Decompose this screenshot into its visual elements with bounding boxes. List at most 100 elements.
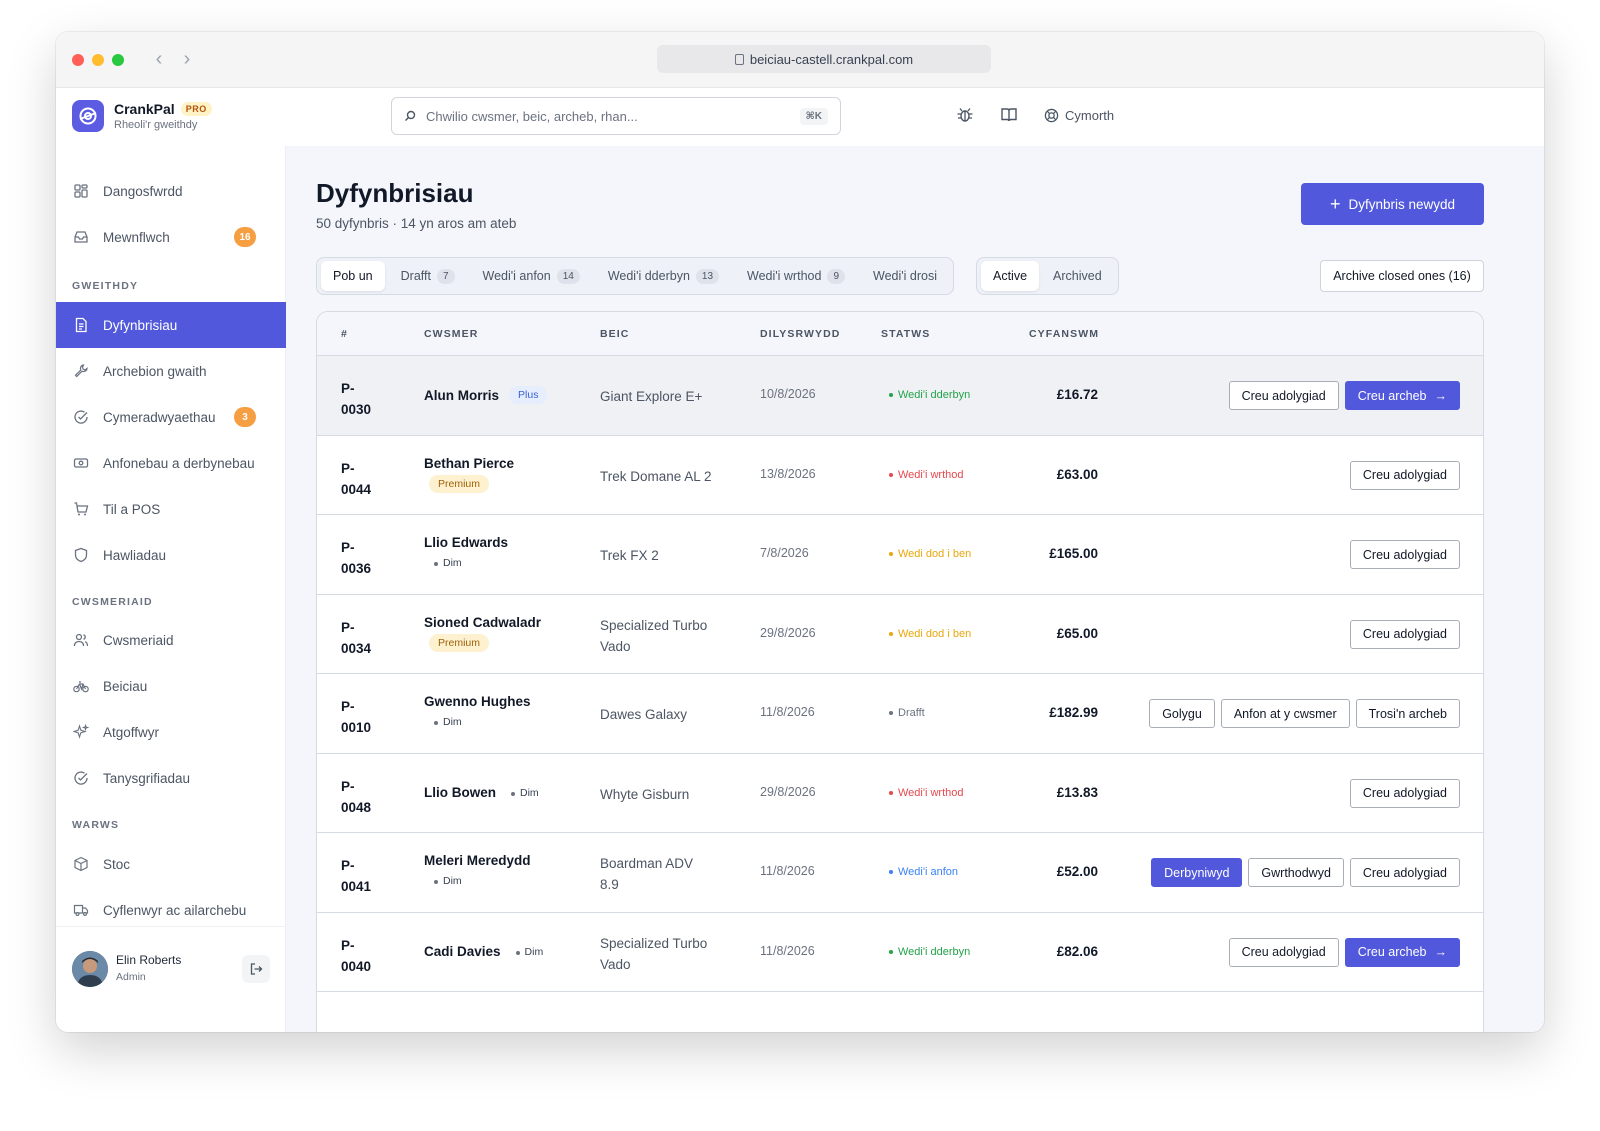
column-header-validity[interactable]: DILYSRWYDD — [760, 328, 840, 340]
address-bar[interactable]: beiciau-castell.crankpal.com — [657, 45, 991, 73]
table-row[interactable]: P- 0041 Meleri Meredydd Dim Boardman ADV 8.9 1… — [317, 833, 1483, 913]
archive-closed-button[interactable]: Archive closed ones (16) — [1320, 260, 1484, 292]
avatar[interactable] — [72, 951, 108, 987]
logout-button[interactable] — [242, 955, 270, 983]
tab-1[interactable]: Drafft 7 — [389, 261, 467, 291]
tab-label: Wedi'i wrthod — [747, 269, 822, 283]
forward-arrow-icon[interactable]: › — [178, 48, 196, 70]
action-label: Creu adolygiad — [1241, 388, 1326, 403]
approvals-count-badge: 3 — [234, 407, 256, 427]
customer-name[interactable]: Cadi Davies — [424, 944, 501, 959]
table-row[interactable]: P- 0036 Llio Edwards Dim Trek FX 2 7/8/2026 We… — [317, 515, 1483, 595]
box-icon — [74, 856, 88, 872]
back-arrow-icon[interactable]: ‹ — [150, 48, 168, 70]
sidebar-section-title: CWSMERIAID — [72, 596, 153, 608]
new-quote-button[interactable]: + Dyfynbris newydd — [1301, 183, 1484, 225]
quote-id[interactable]: P- 0048 — [341, 776, 381, 818]
action-button[interactable]: Creu archeb → — [1344, 937, 1460, 967]
action-button[interactable]: Creu adolygiad — [1349, 858, 1460, 887]
action-button[interactable]: Creu adolygiad — [1228, 937, 1339, 967]
sidebar-item-quotes[interactable]: Dyfynbrisiau — [56, 302, 286, 348]
action-button[interactable]: Anfon at y cwsmer — [1220, 699, 1350, 728]
sidebar-item-stock[interactable]: Stoc — [56, 841, 286, 887]
action-button[interactable]: Creu adolygiad — [1349, 619, 1460, 649]
table-row[interactable]: P- 0010 Gwenno Hughes Dim Dawes Galaxy 11/8/2… — [317, 674, 1483, 754]
search-input[interactable]: Chwilio cwsmer, beic, archeb, rhan... — [426, 109, 790, 124]
bug-icon[interactable] — [956, 106, 974, 124]
tab-5[interactable]: Wedi'i drosi — [861, 261, 949, 291]
customer-cell: Bethan Pierce Premium — [424, 456, 514, 493]
column-header-id[interactable]: # — [341, 328, 348, 340]
table-row[interactable]: P- 0034 Sioned Cadwaladr Premium Specialized… — [317, 595, 1483, 674]
sidebar-item-subscriptions[interactable]: Tanysgrifiadau — [56, 755, 286, 801]
customer-name[interactable]: Llio Edwards — [424, 535, 508, 550]
table-row[interactable]: P- 0044 Bethan Pierce Premium Trek Domane AL… — [317, 436, 1483, 515]
user-name: Elin Roberts — [116, 953, 182, 967]
sidebar-item-warranty[interactable]: Hawliadau — [56, 532, 286, 578]
tab-0[interactable]: Pob un — [321, 261, 385, 291]
validity-date: 11/8/2026 — [760, 864, 815, 878]
table-row[interactable]: P- 0030 Alun Morris Plus Giant Explore E+ 10/… — [317, 356, 1483, 436]
quote-id[interactable]: P- 0036 — [341, 537, 381, 579]
column-header-customer[interactable]: CWSMER — [424, 328, 478, 340]
minimize-window-button[interactable] — [92, 54, 104, 66]
tab-4[interactable]: Wedi'i wrthod 9 — [735, 261, 857, 291]
help-link[interactable]: Cymorth — [1044, 108, 1114, 123]
customer-name[interactable]: Meleri Meredydd — [424, 853, 531, 868]
customer-cell: Meleri Meredydd Dim — [424, 853, 531, 890]
quote-id[interactable]: P- 0044 — [341, 458, 381, 500]
sidebar-item-pos[interactable]: Til a POS — [56, 486, 286, 532]
sidebar-item-dashboard[interactable]: Dangosfwrdd — [56, 168, 286, 214]
sidebar: Dangosfwrdd Mewnflwch 16 GWEITHDY Dyfynb… — [56, 146, 286, 1032]
tab-2[interactable]: Wedi'i anfon 14 — [471, 261, 592, 291]
action-button[interactable]: Trosi'n archeb — [1355, 699, 1460, 728]
browser-window: ‹ › beiciau-castell.crankpal.com CrankPa… — [56, 32, 1544, 1032]
quote-id[interactable]: P- 0010 — [341, 696, 381, 738]
tab-label: Wedi'i drosi — [873, 269, 937, 283]
action-button[interactable]: Derbyniwyd — [1151, 858, 1243, 887]
table-row[interactable]: P- 0048 Llio Bowen Dim Whyte Gisburn 29/8/202… — [317, 754, 1483, 833]
quote-id-number: 0030 — [341, 402, 372, 417]
sidebar-item-work-orders[interactable]: Archebion gwaith — [56, 348, 286, 394]
sidebar-item-bikes[interactable]: Beiciau — [56, 663, 286, 709]
brand[interactable]: CrankPal PRO Rheoli'r gweithdy — [72, 100, 212, 132]
action-button[interactable]: Creu adolygiad — [1349, 540, 1460, 569]
action-button[interactable]: Creu adolygiad — [1228, 381, 1339, 410]
sidebar-item-customers[interactable]: Cwsmeriaid — [56, 617, 286, 663]
action-button[interactable]: Gwrthodwyd — [1248, 858, 1344, 887]
bike-cell: Whyte Gisburn — [600, 784, 730, 805]
close-window-button[interactable] — [72, 54, 84, 66]
action-button[interactable]: Creu adolygiad — [1349, 460, 1460, 490]
customer-name[interactable]: Gwenno Hughes — [424, 694, 531, 709]
column-header-bike[interactable]: BEIC — [600, 328, 630, 340]
quote-id[interactable]: P- 0040 — [341, 935, 381, 977]
tab-3[interactable]: Wedi'i dderbyn 13 — [596, 261, 731, 291]
quote-id[interactable]: P- 0041 — [341, 855, 381, 897]
quote-id[interactable]: P- 0030 — [341, 378, 381, 420]
book-icon[interactable] — [1000, 106, 1018, 124]
customer-name[interactable]: Bethan Pierce — [424, 456, 514, 471]
action-button[interactable]: Creu adolygiad — [1349, 778, 1460, 808]
column-header-total[interactable]: CYFANSWM — [1029, 328, 1099, 340]
sidebar-item-invoices[interactable]: Anfonebau a derbynebau — [56, 440, 286, 486]
customer-name[interactable]: Llio Bowen — [424, 785, 496, 800]
segment-0[interactable]: Active — [981, 261, 1040, 291]
quote-id[interactable]: P- 0034 — [341, 617, 381, 659]
sidebar-item-reminders[interactable]: Atgoffwyr — [56, 709, 286, 755]
quote-id-prefix: P- — [341, 699, 355, 714]
action-label: Creu adolygiad — [1362, 547, 1447, 562]
customer-name[interactable]: Alun Morris — [424, 388, 499, 403]
action-button[interactable]: Creu archeb → — [1344, 381, 1460, 410]
maximize-window-button[interactable] — [112, 54, 124, 66]
table-row[interactable]: P- 0040 Cadi Davies Dim Specialized Turbo Vad… — [317, 913, 1483, 992]
column-header-status[interactable]: STATWS — [881, 328, 930, 340]
sidebar-item-approvals[interactable]: Cymeradwyaethau 3 — [56, 394, 286, 440]
sidebar-item-inbox[interactable]: Mewnflwch 16 — [56, 214, 286, 260]
segment-1[interactable]: Archived — [1041, 261, 1114, 291]
status-dot-icon — [889, 790, 893, 795]
customer-name[interactable]: Sioned Cadwaladr — [424, 615, 541, 630]
customer-cell: Llio Bowen Dim — [424, 784, 539, 802]
global-search[interactable]: Chwilio cwsmer, beic, archeb, rhan... ⌘K — [391, 97, 841, 135]
action-button[interactable]: Golygu — [1149, 699, 1215, 728]
plus-icon: + — [1329, 194, 1341, 214]
